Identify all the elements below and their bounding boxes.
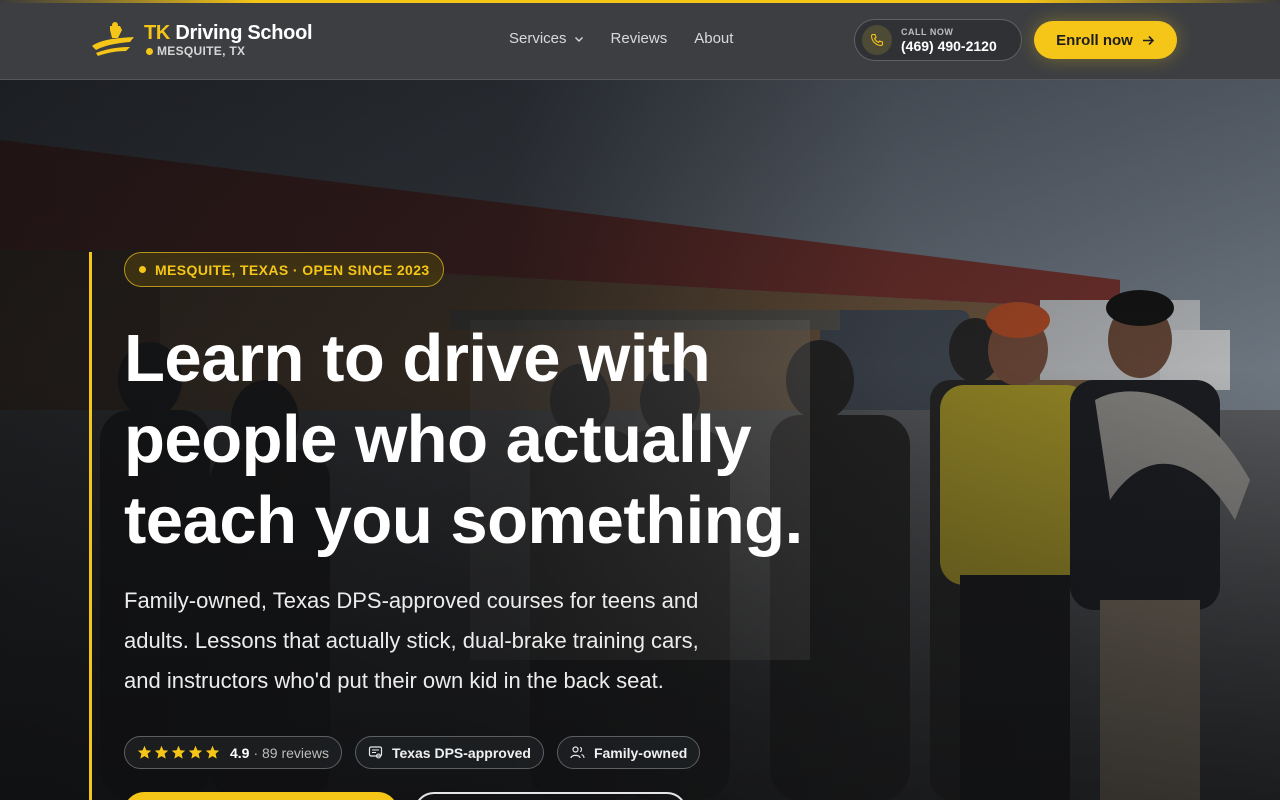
enroll-now-button[interactable]: Enroll now: [1034, 21, 1177, 59]
brand-name: TK Driving School: [144, 22, 313, 44]
site-header: TK Driving School MESQUITE, TX Services …: [0, 0, 1280, 80]
hero-subtext: Family-owned, Texas DPS-approved courses…: [124, 588, 699, 693]
star-icon: [137, 745, 152, 759]
brand-rest: Driving School: [170, 22, 313, 44]
primary-cta-button[interactable]: [124, 792, 398, 800]
nav-item-about[interactable]: About: [694, 30, 733, 47]
location-badge: MESQUITE, TEXAS · OPEN SINCE 2023: [124, 252, 444, 287]
location-dot-icon: [146, 47, 153, 55]
hero-section: MESQUITE, TEXAS · OPEN SINCE 2023 Learn …: [0, 80, 1280, 800]
hero-accent-bar: [89, 252, 92, 800]
brand-prefix: TK: [144, 22, 171, 44]
badge-text: MESQUITE, TEXAS · OPEN SINCE 2023: [155, 261, 430, 278]
family-owned-label: Family-owned: [593, 744, 688, 761]
chevron-down-icon: [574, 36, 583, 42]
nav-item-reviews[interactable]: Reviews: [611, 30, 668, 47]
headline-line-3: teach you something.: [124, 483, 803, 558]
nav-about-label: About: [694, 30, 734, 47]
brand-location-text: MESQUITE, TX: [157, 44, 246, 58]
star-icon: [154, 745, 169, 759]
family-owned-chip: Family-owned: [556, 736, 701, 769]
nav-services-label: Services: [509, 30, 567, 47]
brand-location: MESQUITE, TX: [144, 45, 312, 57]
star-rating: [137, 745, 222, 760]
call-now-label: CALL NOW: [901, 26, 954, 37]
star-icon: [171, 745, 186, 759]
phone-number: (469) 490-2120: [901, 37, 997, 54]
headline-line-2: people who actually: [124, 402, 752, 477]
review-count: · 89 reviews: [253, 744, 329, 761]
badge-dot-icon: [139, 266, 146, 273]
enroll-label: Enroll now: [1056, 31, 1133, 49]
arrow-right-icon: [1142, 35, 1154, 45]
headline-line-1: Learn to drive with: [124, 321, 711, 396]
dps-approved-chip: Texas DPS-approved: [354, 736, 544, 769]
phone-icon: [862, 25, 892, 55]
trust-chips: 4.9 · 89 reviews Texas DPS-approved Fami…: [124, 736, 713, 769]
call-now-button[interactable]: CALL NOW (469) 490-2120: [854, 19, 1022, 61]
people-icon: [570, 746, 585, 759]
nav-item-services[interactable]: Services: [509, 30, 584, 47]
rating-score: 4.9: [230, 744, 250, 761]
dps-approved-label: Texas DPS-approved: [391, 744, 531, 761]
secondary-cta-button[interactable]: [414, 792, 687, 800]
rating-chip: 4.9 · 89 reviews: [124, 736, 342, 769]
main-nav: Services Reviews About: [509, 30, 760, 47]
star-icon: [188, 745, 203, 759]
nav-reviews-label: Reviews: [610, 30, 668, 47]
top-accent-line: [0, 0, 1280, 3]
star-icon: [205, 745, 220, 759]
hero-headline: Learn to drive with people who actually …: [124, 318, 844, 561]
logo[interactable]: TK Driving School MESQUITE, TX: [90, 20, 313, 60]
certificate-icon: [368, 746, 383, 759]
logo-mark-icon: [92, 22, 134, 56]
